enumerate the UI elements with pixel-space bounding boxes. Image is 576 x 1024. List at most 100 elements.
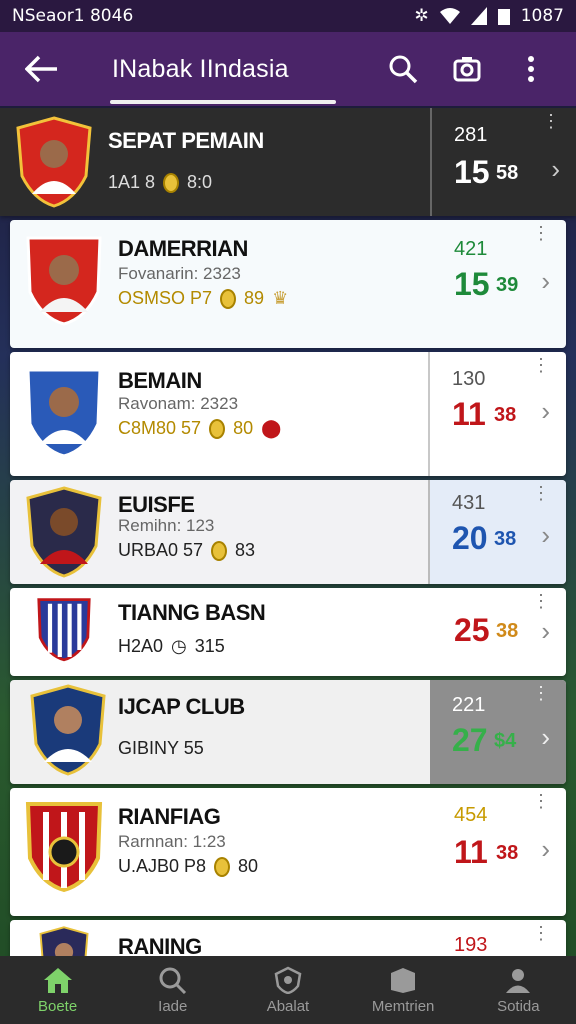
chevron-right-icon[interactable]: › <box>541 722 550 753</box>
tab-indicator <box>110 100 336 104</box>
chevron-right-icon[interactable]: › <box>541 520 550 551</box>
clock-icon: ◷ <box>171 636 187 656</box>
stat-small: 39 <box>496 274 519 296</box>
row-name: TIANNG BASN <box>118 600 266 625</box>
stat-small: $4 <box>494 730 517 752</box>
stat-top: 193 <box>454 934 488 956</box>
chevron-right-icon[interactable]: › <box>541 616 550 647</box>
coin-icon <box>209 418 226 439</box>
list-item[interactable]: EUISFE Remihn: 123 URBA0 57 83 431 20 38… <box>10 480 566 584</box>
list-item[interactable]: DAMERRIAN Fovanarin: 2323 OSMSO P7 89 ♛ … <box>10 220 566 348</box>
row-name: EUISFE <box>118 492 195 517</box>
player-crest <box>26 368 102 458</box>
camera-button[interactable] <box>442 44 492 94</box>
row-meta-text: GIBINY 55 <box>118 738 204 758</box>
row-meta: URBA0 57 83 <box>118 540 255 561</box>
overflow-menu-button[interactable] <box>506 44 556 94</box>
more-vertical-icon[interactable]: ⋮ <box>532 484 550 502</box>
player-crest <box>16 116 92 208</box>
list-item[interactable]: RANING 193 ⋮ <box>10 920 566 956</box>
stat-big: 15 <box>454 266 490 302</box>
stat-big: 11 <box>452 396 486 432</box>
row-subtitle: Remihn: 123 <box>118 516 215 535</box>
row-meta: U.AJB0 P8 80 <box>118 856 258 877</box>
row-name: BEMAIN <box>118 368 202 393</box>
back-arrow-icon <box>25 55 57 83</box>
stat-big: 11 <box>454 834 488 870</box>
stat-top: 454 <box>454 804 488 826</box>
club-badge-icon: ⬤ <box>261 418 282 438</box>
nav-label: Sotida <box>497 997 540 1015</box>
stat-big: 15 <box>454 154 490 190</box>
row-meta-extra: 8:0 <box>187 172 213 192</box>
nav-label: Memtrien <box>371 997 435 1015</box>
list-item[interactable]: RIANFIAG Rarnnan: 1:23 U.AJB0 P8 80 454 … <box>10 788 566 916</box>
bottom-navigation: Boete Iade Abalat Memtrien Sotida <box>0 956 576 1024</box>
row-name: RIANFIAG <box>118 804 221 829</box>
stat-small: 38 <box>496 842 519 864</box>
nav-label: Abalat <box>266 997 310 1015</box>
status-bar: NSeaor1 8046 ✲ 1087 <box>0 0 576 32</box>
row-meta-extra: 315 <box>194 636 225 656</box>
row-meta-extra: 80 <box>238 856 259 876</box>
app-bar: INabak IIndasia <box>0 32 576 106</box>
chevron-right-icon[interactable]: › <box>551 154 560 185</box>
more-vertical-icon[interactable]: ⋮ <box>532 684 550 702</box>
list-item[interactable]: IJCAP CLUB GIBINY 55 221 27 $4 ⋮ › <box>10 680 566 784</box>
row-name: IJCAP CLUB <box>118 694 245 719</box>
row-subtitle: Rarnnan: 1:23 <box>118 832 226 851</box>
row-meta-extra: 80 <box>233 418 254 438</box>
stat-small: 58 <box>496 162 519 184</box>
more-vertical-icon[interactable]: ⋮ <box>532 356 550 374</box>
chevron-right-icon[interactable]: › <box>541 396 550 427</box>
row-name: RANING <box>118 934 202 956</box>
stat-small: 38 <box>494 528 517 550</box>
row-meta: C8M80 57 80 ⬤ <box>118 418 281 439</box>
list-item[interactable]: BEMAIN Ravonam: 2323 C8M80 57 80 ⬤ 130 1… <box>10 352 566 476</box>
status-time: 1087 <box>520 6 564 26</box>
row-meta-text: 1A1 8 <box>108 172 156 192</box>
team-list: SEPAT PEMAIN 1A1 8 8:0 281 15 58 ⋮ › DAM… <box>0 108 576 956</box>
back-button[interactable] <box>20 47 64 91</box>
search-icon <box>389 55 418 84</box>
chevron-right-icon[interactable]: › <box>541 266 550 297</box>
row-name: SEPAT PEMAIN <box>108 128 264 153</box>
more-vertical-icon[interactable]: ⋮ <box>532 592 550 610</box>
row-meta-text: C8M80 57 <box>118 418 202 438</box>
no-disturb-icon: ✲ <box>414 6 429 26</box>
user-icon <box>506 968 531 993</box>
more-vertical-icon[interactable]: ⋮ <box>532 224 550 242</box>
list-item[interactable]: SEPAT PEMAIN 1A1 8 8:0 281 15 58 ⋮ › <box>0 108 576 216</box>
nav-home[interactable]: Boete <box>8 966 108 1015</box>
nav-search[interactable]: Iade <box>123 966 223 1015</box>
search-button[interactable] <box>378 44 428 94</box>
player-crest <box>26 236 102 326</box>
club-crest <box>25 802 103 892</box>
row-meta-text: URBA0 57 <box>118 540 204 560</box>
badge-icon: ♛ <box>272 288 289 308</box>
row-meta-text: U.AJB0 P8 <box>118 856 207 876</box>
stat-top: 130 <box>452 368 486 390</box>
camera-icon <box>453 57 481 82</box>
row-subtitle: Fovanarin: 2323 <box>118 264 241 283</box>
more-vertical-icon[interactable]: ⋮ <box>532 792 550 810</box>
row-subtitle: Ravonam: 2323 <box>118 394 239 413</box>
stat-small: 38 <box>496 620 519 642</box>
status-carrier: NSeaor1 8046 <box>12 6 134 26</box>
home-icon <box>43 967 72 993</box>
coin-icon <box>220 288 237 309</box>
row-name: DAMERRIAN <box>118 236 248 261</box>
nav-profile[interactable]: Sotida <box>468 966 568 1015</box>
club-crest <box>30 684 106 776</box>
box-icon <box>391 967 416 993</box>
more-vertical-icon[interactable]: ⋮ <box>542 112 560 130</box>
signal-icon <box>470 7 487 25</box>
chevron-right-icon[interactable]: › <box>541 834 550 865</box>
nav-stats[interactable]: Abalat <box>238 966 338 1015</box>
row-meta: GIBINY 55 <box>118 738 204 759</box>
list-item[interactable]: TIANNG BASN H2A0 ◷ 315 25 38 ⋮ › <box>10 588 566 676</box>
coin-icon <box>211 540 228 561</box>
club-crest <box>37 598 91 662</box>
more-vertical-icon[interactable]: ⋮ <box>532 924 550 942</box>
nav-members[interactable]: Memtrien <box>353 966 453 1015</box>
